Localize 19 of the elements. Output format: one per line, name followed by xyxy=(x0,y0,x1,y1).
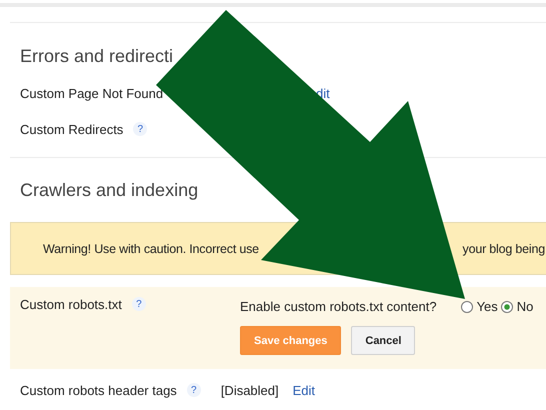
setting-label: Custom robots.txt xyxy=(20,297,122,312)
cancel-button[interactable]: Cancel xyxy=(351,326,416,355)
radio-button[interactable] xyxy=(500,300,513,312)
setting-label: Custom Page Not Found xyxy=(20,86,164,100)
help-link[interactable]: ? xyxy=(133,122,148,136)
question-text: Enable custom robots.txt content? xyxy=(240,299,437,314)
section-heading: Errors and redirecti xyxy=(19,45,174,68)
setting-label: Custom Redirects xyxy=(20,122,124,136)
warning-text: Warning! Use with caution. Incorrect use xyxy=(43,242,259,256)
radio-button[interactable] xyxy=(460,300,473,312)
edit-link[interactable]: Edit xyxy=(292,382,316,398)
setting-value: [Disabled] xyxy=(220,382,279,398)
help-link[interactable]: ? xyxy=(186,383,201,397)
warning-text: your blog being xyxy=(462,242,545,256)
radio-label: No xyxy=(516,299,534,314)
section-heading: Crawlers and indexing xyxy=(19,179,200,202)
help-link[interactable]: ? xyxy=(132,297,146,311)
setting-label: Custom robots header tags xyxy=(20,382,177,398)
radio-label: Yes xyxy=(476,299,498,314)
